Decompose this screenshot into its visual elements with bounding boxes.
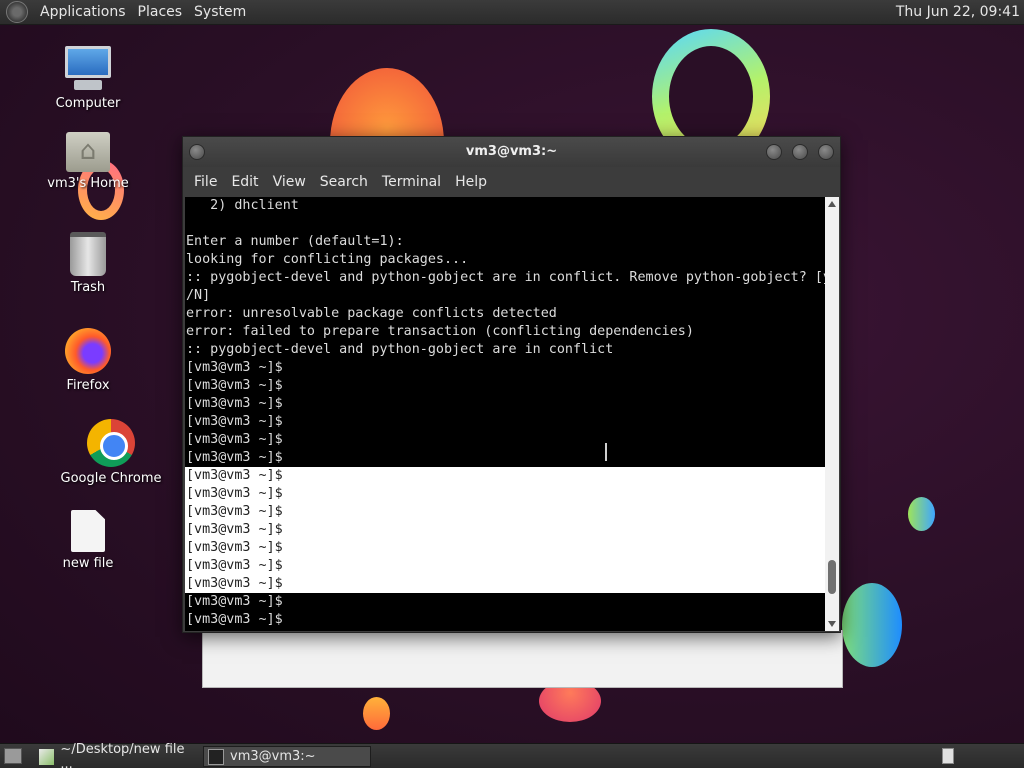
- terminal-line: [vm3@vm3 ~]$: [186, 594, 283, 609]
- terminal-window[interactable]: vm3@vm3:~ File Edit View Search Terminal…: [182, 136, 841, 633]
- desktop-icon-chrome[interactable]: Google Chrome: [56, 419, 166, 486]
- terminal-scrollbar[interactable]: [825, 197, 839, 631]
- terminal-icon: [208, 748, 224, 765]
- distro-logo-icon[interactable]: [6, 1, 28, 23]
- menu-system[interactable]: System: [188, 4, 252, 20]
- menu-file[interactable]: File: [187, 174, 224, 190]
- terminal-line: :: pygobject-devel and python-gobject ar…: [186, 342, 614, 357]
- terminal-line: :: pygobject-devel and python-gobject ar…: [186, 270, 826, 285]
- terminal-line-selected: [vm3@vm3 ~]$: [185, 467, 826, 485]
- menu-terminal[interactable]: Terminal: [375, 174, 448, 190]
- menu-view[interactable]: View: [266, 174, 313, 190]
- show-desktop-icon[interactable]: [4, 748, 22, 764]
- taskbar-item-label: vm3@vm3:~: [230, 749, 316, 764]
- computer-icon: [64, 46, 112, 92]
- desktop-icon-label: Google Chrome: [60, 471, 162, 486]
- firefox-icon: [65, 328, 111, 374]
- terminal-line: [vm3@vm3 ~]$: [186, 378, 283, 393]
- terminal-output[interactable]: 2) dhclient Enter a number (default=1): …: [185, 197, 826, 631]
- terminal-line: [vm3@vm3 ~]$: [186, 396, 283, 411]
- desktop-icon-label: new file: [62, 556, 114, 571]
- terminal-line: [vm3@vm3 ~]$: [186, 612, 283, 627]
- wallpaper-blue-blob: [908, 497, 935, 531]
- wallpaper-blue-blob-large: [842, 583, 902, 667]
- minimize-button[interactable]: [766, 144, 782, 160]
- workspace-switcher-icon[interactable]: [942, 748, 954, 764]
- scroll-down-icon[interactable]: [828, 621, 836, 627]
- terminal-line: Enter a number (default=1):: [186, 234, 404, 249]
- terminal-line: [vm3@vm3 ~]$: [186, 414, 283, 429]
- close-button[interactable]: [818, 144, 834, 160]
- chrome-icon: [87, 419, 135, 467]
- top-panel: Applications Places System Thu Jun 22, 0…: [0, 0, 1024, 25]
- desktop-icon-label: Computer: [55, 96, 121, 111]
- scroll-up-icon[interactable]: [828, 201, 836, 207]
- desktop-icon-label: vm3's Home: [47, 176, 129, 191]
- terminal-line: [vm3@vm3 ~]$: [186, 360, 283, 375]
- terminal-line-selected: [vm3@vm3 ~]$: [185, 503, 826, 521]
- wallpaper-orange-dot: [363, 697, 390, 730]
- window-title: vm3@vm3:~: [465, 144, 558, 159]
- desktop-icon-firefox[interactable]: Firefox: [33, 328, 143, 393]
- terminal-line: /N]: [186, 288, 211, 303]
- window-titlebar[interactable]: vm3@vm3:~: [183, 137, 840, 167]
- scrollbar-thumb[interactable]: [828, 560, 836, 594]
- desktop-icon-new-file[interactable]: new file: [33, 510, 143, 571]
- taskbar-item-label: ~/Desktop/new file ...: [60, 741, 185, 768]
- terminal-line: [vm3@vm3 ~]$: [186, 450, 283, 465]
- terminal-line: error: failed to prepare transaction (co…: [186, 324, 694, 339]
- desktop-icon-label: Trash: [70, 280, 106, 295]
- menu-edit[interactable]: Edit: [224, 174, 265, 190]
- terminal-line-selected: [vm3@vm3 ~]$: [185, 557, 826, 575]
- menu-help[interactable]: Help: [448, 174, 494, 190]
- menu-search[interactable]: Search: [313, 174, 375, 190]
- maximize-button[interactable]: [792, 144, 808, 160]
- desktop-icon-computer[interactable]: Computer: [33, 46, 143, 111]
- terminal-menubar: File Edit View Search Terminal Help: [183, 167, 840, 197]
- clock[interactable]: Thu Jun 22, 09:41: [896, 4, 1020, 20]
- desktop-icon-trash[interactable]: Trash: [33, 232, 143, 295]
- terminal-line-selected: [vm3@vm3 ~]$: [185, 521, 826, 539]
- taskbar-item-terminal[interactable]: vm3@vm3:~: [203, 746, 371, 767]
- menu-applications[interactable]: Applications: [34, 4, 132, 20]
- file-icon: [71, 510, 105, 552]
- desktop-icon-home[interactable]: vm3's Home: [33, 132, 143, 191]
- menu-places[interactable]: Places: [132, 4, 189, 20]
- text-editor-window[interactable]: [202, 630, 843, 688]
- terminal-line: looking for conflicting packages...: [186, 252, 469, 267]
- mouse-ibeam-cursor: [605, 443, 607, 461]
- terminal-line: [vm3@vm3 ~]$: [186, 432, 283, 447]
- terminal-line-selected: [vm3@vm3 ~]$: [185, 539, 826, 557]
- terminal-line-selected: [vm3@vm3 ~]$: [185, 575, 826, 593]
- taskbar-item-editor[interactable]: ~/Desktop/new file ...: [35, 742, 200, 768]
- text-editor-icon: [39, 748, 55, 765]
- terminal-line: 2) dhclient: [186, 198, 299, 213]
- trash-icon: [70, 232, 106, 276]
- bottom-panel: ~/Desktop/new file ... vm3@vm3:~: [0, 742, 1024, 768]
- home-folder-icon: [66, 132, 110, 172]
- terminal-line: error: unresolvable package conflicts de…: [186, 306, 557, 321]
- window-menu-button[interactable]: [189, 144, 205, 160]
- terminal-line-selected: [vm3@vm3 ~]$: [185, 485, 826, 503]
- desktop-icon-label: Firefox: [66, 378, 110, 393]
